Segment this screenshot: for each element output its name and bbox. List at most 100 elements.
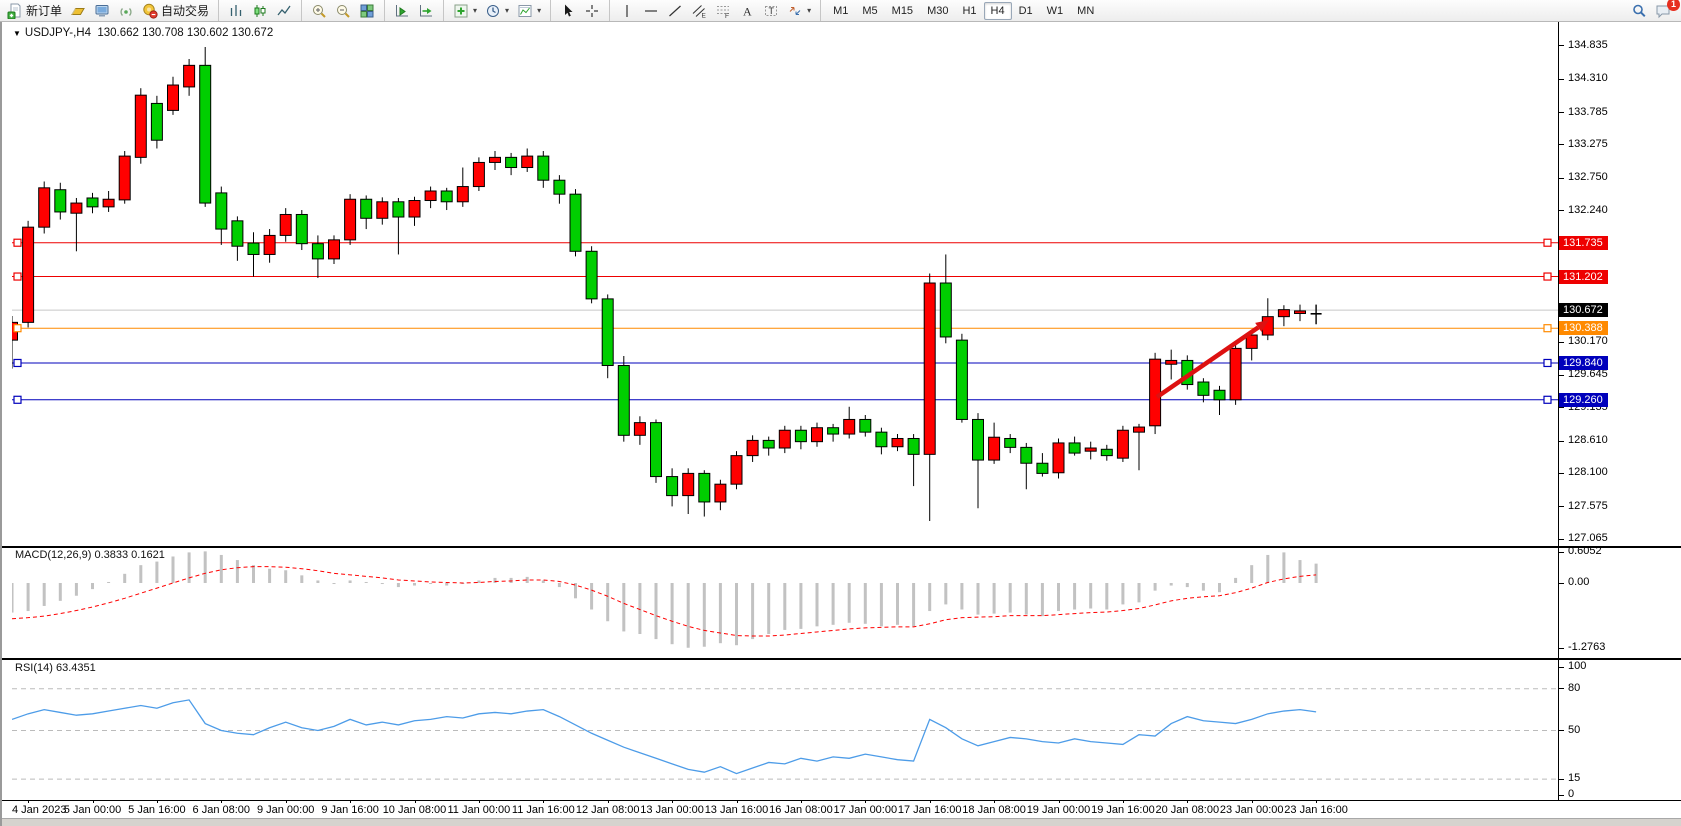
time-label: 16 Jan 08:00	[769, 804, 833, 816]
line-handle[interactable]	[1544, 273, 1551, 280]
chevron-down-icon[interactable]: ▾	[473, 6, 477, 15]
candle-chart-button[interactable]	[248, 1, 272, 21]
search-button[interactable]	[1627, 1, 1651, 21]
axis-tick	[1559, 648, 1564, 649]
zoom-out-button[interactable]	[331, 1, 355, 21]
text-label-icon: T	[763, 3, 779, 19]
rsi-panel[interactable]	[12, 661, 1558, 800]
price-axis[interactable]: 134.835134.310133.785133.275132.750132.2…	[1559, 22, 1681, 800]
macd-panel[interactable]	[12, 548, 1558, 657]
channel-button[interactable]: E	[687, 1, 711, 21]
candle-up	[1278, 310, 1289, 317]
candle-down	[538, 156, 549, 180]
candle-up	[1295, 311, 1306, 314]
price-badge: 130.672	[1559, 303, 1608, 317]
time-tick	[1252, 800, 1253, 803]
trendline-button[interactable]	[663, 1, 687, 21]
search-icon	[1631, 3, 1647, 19]
timeframe-mn-button[interactable]: MN	[1070, 2, 1101, 20]
tile-windows-button[interactable]	[355, 1, 379, 21]
timeframe-m1-button[interactable]: M1	[826, 2, 855, 20]
rsi-line	[12, 700, 1316, 774]
line-handle[interactable]	[14, 239, 21, 246]
line-handle[interactable]	[14, 359, 21, 366]
candle-down	[216, 193, 227, 229]
text-button[interactable]: A	[735, 1, 759, 21]
periods-clock-button[interactable]: ▾	[481, 1, 513, 21]
fibonacci-button[interactable]: F	[711, 1, 735, 21]
axis-tick	[1559, 441, 1564, 442]
template-button[interactable]: ▾	[513, 1, 545, 21]
main-chart-panel[interactable]	[12, 30, 1558, 546]
time-tick	[994, 800, 995, 803]
time-label: 17 Jan 00:00	[833, 804, 897, 816]
candle-down	[876, 432, 887, 447]
toolbar-group	[218, 0, 299, 21]
svg-text:F: F	[725, 13, 729, 19]
line-handle[interactable]	[14, 396, 21, 403]
candle-up	[1166, 360, 1177, 364]
timeframe-h4-button[interactable]: H4	[984, 2, 1012, 20]
notifications-button[interactable]: 1	[1651, 1, 1675, 21]
timeframe-d1-button[interactable]: D1	[1012, 2, 1040, 20]
add-indicator-button[interactable]: ▾	[449, 1, 481, 21]
gold-bars-button[interactable]	[66, 1, 90, 21]
crosshair-button[interactable]	[580, 1, 604, 21]
line-handle[interactable]	[1544, 359, 1551, 366]
autotrade-icon	[142, 3, 158, 19]
time-label: 13 Jan 00:00	[640, 804, 704, 816]
shapes-button[interactable]: ▾	[783, 1, 815, 21]
autotrade-button[interactable]: 自动交易	[138, 0, 213, 21]
candle-down	[361, 199, 372, 218]
macd-separator[interactable]	[2, 546, 1681, 548]
zoom-in-button[interactable]	[307, 1, 331, 21]
signal-button[interactable]	[114, 1, 138, 21]
chevron-down-icon[interactable]: ▾	[537, 6, 541, 15]
time-tick	[865, 800, 866, 803]
line-handle[interactable]	[1544, 325, 1551, 332]
rsi-scale-label: 80	[1568, 682, 1580, 694]
line-chart-button[interactable]	[272, 1, 296, 21]
timeframe-m15-button[interactable]: M15	[885, 2, 920, 20]
cursor-button[interactable]	[556, 1, 580, 21]
timeframe-h1-button[interactable]: H1	[955, 2, 983, 20]
line-handle[interactable]	[1544, 239, 1551, 246]
chart-symbol-label: ▼USDJPY-,H4 130.662 130.708 130.602 130.…	[13, 27, 273, 39]
time-axis[interactable]: 4 Jan 20235 Jan 00:005 Jan 16:006 Jan 08…	[12, 800, 1558, 818]
candle-down	[200, 65, 211, 203]
rsi-scale-label: 100	[1568, 660, 1586, 672]
candle-up	[457, 187, 468, 202]
add-indicator-icon	[453, 3, 469, 19]
vline-button[interactable]	[615, 1, 639, 21]
candle-up	[168, 85, 179, 110]
price-badge: 129.840	[1559, 356, 1608, 370]
hline-button[interactable]	[639, 1, 663, 21]
autoscroll-button[interactable]	[414, 1, 438, 21]
terminal-button[interactable]	[90, 1, 114, 21]
line-handle[interactable]	[14, 273, 21, 280]
chevron-down-icon[interactable]: ▾	[807, 6, 811, 15]
new-order-button[interactable]: 新订单	[3, 0, 66, 21]
time-label: 10 Jan 08:00	[383, 804, 447, 816]
line-handle[interactable]	[14, 325, 21, 332]
trendline-icon	[667, 3, 683, 19]
price-tick-label: 133.785	[1568, 106, 1608, 118]
timeframe-m5-button[interactable]: M5	[855, 2, 884, 20]
axis-tick	[1559, 730, 1564, 731]
symbol-collapse-icon[interactable]: ▼	[13, 29, 21, 38]
macd-signal-line	[12, 567, 1316, 636]
axis-tick	[1559, 407, 1564, 408]
timeframe-w1-button[interactable]: W1	[1040, 2, 1071, 20]
bar-chart-button[interactable]	[224, 1, 248, 21]
chart-shift-icon	[394, 3, 410, 19]
price-badge: 129.260	[1559, 393, 1608, 407]
timeframe-m30-button[interactable]: M30	[920, 2, 955, 20]
rsi-separator[interactable]	[2, 658, 1681, 660]
text-label-button[interactable]: T	[759, 1, 783, 21]
symbol-ohlc: 130.662 130.708 130.602 130.672	[97, 27, 273, 39]
chevron-down-icon[interactable]: ▾	[505, 6, 509, 15]
chart-shift-button[interactable]	[390, 1, 414, 21]
line-handle[interactable]	[1544, 396, 1551, 403]
crosshair-icon	[584, 3, 600, 19]
candle-up	[409, 201, 420, 217]
